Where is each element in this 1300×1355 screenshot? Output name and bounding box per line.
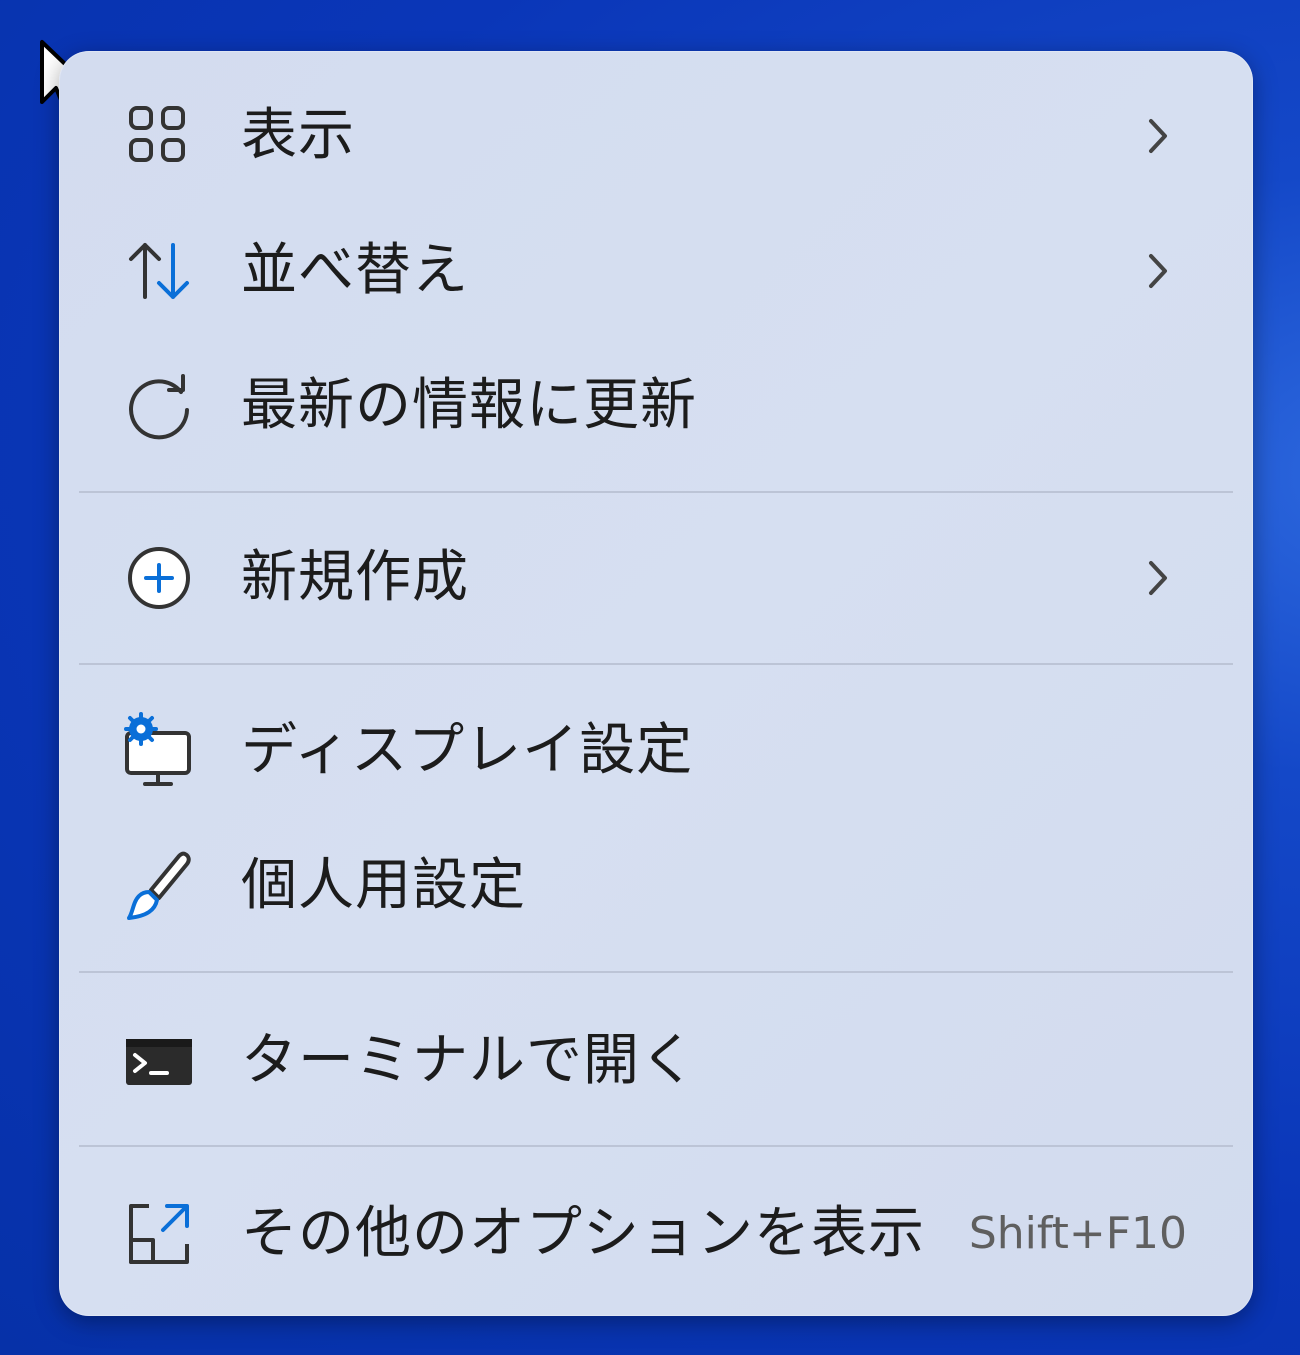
menu-item-show-more-options[interactable]: その他のオプションを表示 Shift+F10 (59, 1179, 1253, 1289)
chevron-right-icon (1133, 553, 1183, 603)
menu-item-display-settings[interactable]: ディスプレイ設定 (59, 696, 1253, 806)
menu-separator (79, 971, 1233, 973)
menu-item-label: 最新の情報に更新 (241, 373, 697, 438)
menu-item-label: 新規作成 (241, 545, 469, 610)
keyboard-shortcut: Shift+F10 (968, 1208, 1187, 1259)
menu-item-personalize[interactable]: 個人用設定 (59, 831, 1253, 941)
menu-separator (79, 663, 1233, 665)
more-options-icon (119, 1194, 199, 1274)
desktop-context-menu: 表示 並べ替え 最新の情報に更新 新規作成 ディスプレイ設定 個人用設定 ターミ… (59, 51, 1253, 1316)
menu-item-sort[interactable]: 並べ替え (59, 216, 1253, 326)
chevron-right-icon (1133, 111, 1183, 161)
menu-item-label: その他のオプションを表示 (241, 1201, 925, 1266)
paintbrush-icon (119, 846, 199, 926)
menu-item-view[interactable]: 表示 (59, 81, 1253, 191)
menu-item-new[interactable]: 新規作成 (59, 523, 1253, 633)
chevron-right-icon (1133, 246, 1183, 296)
menu-separator (79, 1145, 1233, 1147)
menu-separator (79, 491, 1233, 493)
menu-item-label: 並べ替え (241, 238, 469, 303)
menu-item-label: 表示 (241, 103, 355, 168)
new-plus-circle-icon (119, 538, 199, 618)
sort-arrows-icon (119, 231, 199, 311)
view-grid-icon (119, 96, 199, 176)
menu-item-label: ターミナルで開く (241, 1028, 697, 1093)
menu-item-refresh[interactable]: 最新の情報に更新 (59, 351, 1253, 461)
menu-item-label: 個人用設定 (241, 853, 526, 918)
terminal-icon (119, 1021, 199, 1101)
refresh-icon (119, 366, 199, 446)
display-settings-icon (119, 711, 199, 791)
menu-item-label: ディスプレイ設定 (241, 718, 694, 783)
menu-item-open-terminal[interactable]: ターミナルで開く (59, 1006, 1253, 1116)
